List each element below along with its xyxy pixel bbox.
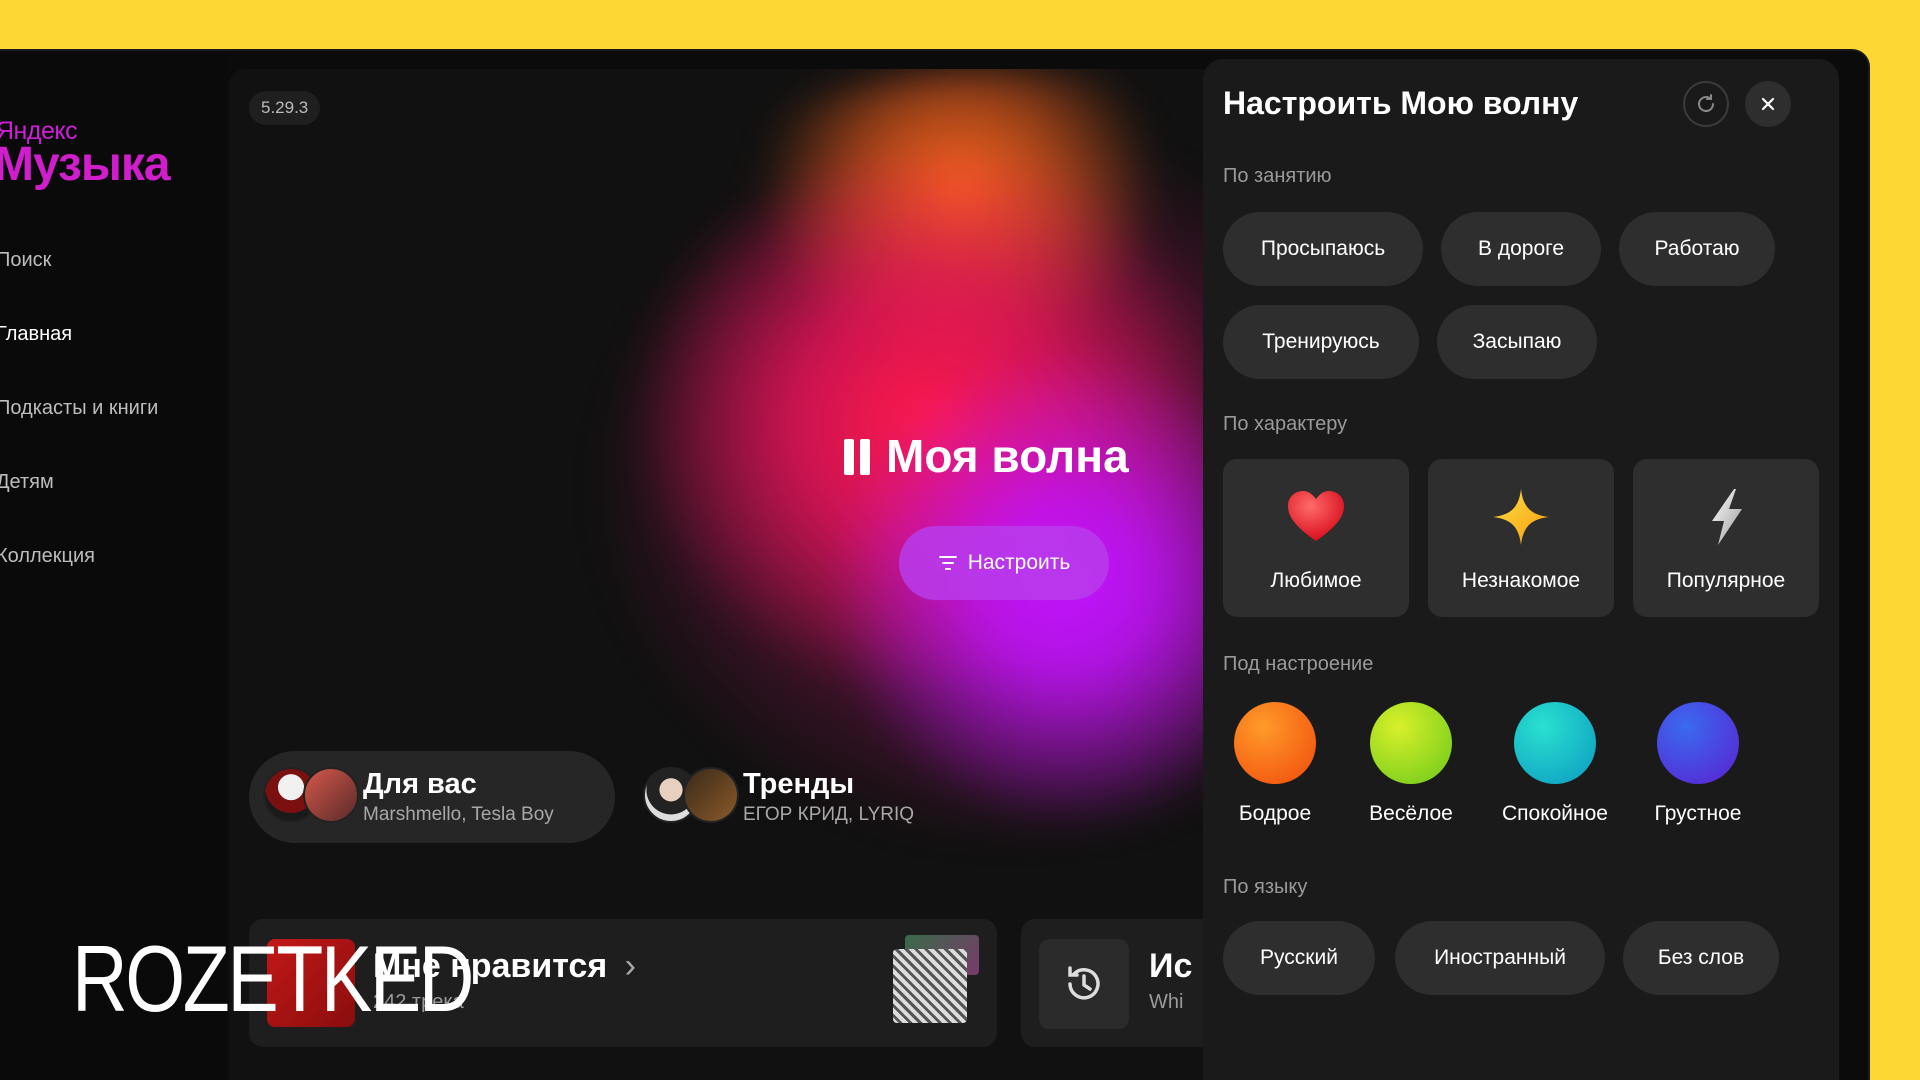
character-favorite-label: Любимое bbox=[1270, 569, 1362, 592]
chevron-right-icon: › bbox=[624, 947, 636, 985]
language-foreign[interactable]: Иностранный bbox=[1395, 921, 1605, 995]
album-cover bbox=[893, 949, 967, 1023]
avatar bbox=[683, 767, 739, 823]
mood-cheerful[interactable]: Весёлое bbox=[1346, 702, 1476, 832]
activity-working[interactable]: Работаю bbox=[1619, 212, 1775, 286]
sidebar-item-podcasts[interactable]: Подкасты и книги bbox=[0, 397, 158, 420]
mood-calm[interactable]: Спокойное bbox=[1490, 702, 1620, 832]
history-title: Ис bbox=[1149, 947, 1193, 985]
refresh-icon bbox=[1698, 94, 1714, 112]
language-russian[interactable]: Русский bbox=[1223, 921, 1375, 995]
mood-cheerful-circle bbox=[1370, 702, 1452, 784]
sparkle-icon bbox=[1493, 489, 1549, 545]
close-icon bbox=[1761, 97, 1775, 111]
wave-settings-panel: Настроить Мою волну По занятию Просыпаюс… bbox=[1203, 59, 1839, 1080]
activity-training[interactable]: Тренируюсь bbox=[1223, 305, 1419, 379]
character-popular-label: Популярное bbox=[1666, 569, 1786, 592]
trends-avatars bbox=[643, 767, 743, 827]
close-button[interactable] bbox=[1745, 81, 1791, 127]
sidebar-item-search[interactable]: Поиск bbox=[0, 249, 51, 272]
history-icon bbox=[1039, 939, 1129, 1029]
activity-wake-up[interactable]: Просыпаюсь bbox=[1223, 212, 1423, 286]
mood-energetic[interactable]: Бодрое bbox=[1210, 702, 1340, 832]
trends-title: Тренды bbox=[743, 768, 855, 800]
trends-card[interactable]: Тренды ЕГОР КРИД, LYRIQ bbox=[629, 751, 989, 843]
watermark-logo: ROZETKED bbox=[72, 926, 474, 1031]
pause-icon[interactable] bbox=[844, 439, 872, 475]
character-favorite[interactable]: Любимое bbox=[1223, 459, 1409, 617]
tune-wave-button[interactable]: Настроить bbox=[899, 526, 1109, 600]
trends-subtitle: ЕГОР КРИД, LYRIQ bbox=[743, 804, 915, 825]
character-popular[interactable]: Популярное bbox=[1633, 459, 1819, 617]
mood-calm-circle bbox=[1514, 702, 1596, 784]
mood-cheerful-label: Весёлое bbox=[1369, 802, 1453, 825]
history-subtitle: Whi bbox=[1149, 991, 1184, 1013]
sidebar-item-home[interactable]: Главная bbox=[0, 323, 72, 346]
activity-on-the-road[interactable]: В дороге bbox=[1441, 212, 1601, 286]
logo-music[interactable]: Музыка bbox=[0, 137, 171, 192]
mood-calm-label: Спокойное bbox=[1501, 802, 1608, 825]
mood-energetic-label: Бодрое bbox=[1238, 802, 1312, 825]
sidebar-item-kids[interactable]: Детям bbox=[0, 471, 54, 494]
lightning-icon bbox=[1712, 489, 1742, 545]
language-instrumental[interactable]: Без слов bbox=[1623, 921, 1779, 995]
section-language-label: По языку bbox=[1223, 876, 1308, 898]
for-you-title: Для вас bbox=[363, 768, 477, 800]
my-wave-label: Моя волна bbox=[886, 430, 1129, 482]
filter-icon bbox=[938, 555, 958, 571]
section-activity-label: По занятию bbox=[1223, 165, 1332, 187]
activity-falling-asleep[interactable]: Засыпаю bbox=[1437, 305, 1597, 379]
sidebar-item-collection[interactable]: Коллекция bbox=[0, 545, 95, 568]
character-unfamiliar[interactable]: Незнакомое bbox=[1428, 459, 1614, 617]
for-you-card[interactable]: Для вас Marshmello, Tesla Boy bbox=[249, 751, 615, 843]
section-character-label: По характеру bbox=[1223, 413, 1348, 435]
reset-button[interactable] bbox=[1683, 81, 1729, 127]
mood-sad-circle bbox=[1657, 702, 1739, 784]
mood-sad-label: Грустное bbox=[1654, 802, 1742, 825]
my-wave-title[interactable]: Моя волна bbox=[844, 429, 1129, 483]
avatar bbox=[303, 767, 359, 823]
tune-wave-label: Настроить bbox=[967, 551, 1071, 574]
for-you-avatars bbox=[263, 767, 363, 827]
mood-sad[interactable]: Грустное bbox=[1633, 702, 1763, 832]
mood-energetic-circle bbox=[1234, 702, 1316, 784]
character-unfamiliar-label: Незнакомое bbox=[1461, 569, 1581, 592]
panel-title: Настроить Мою волну bbox=[1223, 85, 1579, 121]
section-mood-label: Под настроение bbox=[1223, 653, 1374, 675]
for-you-subtitle: Marshmello, Tesla Boy bbox=[363, 804, 554, 825]
heart-icon bbox=[1288, 491, 1344, 541]
version-badge: 5.29.3 bbox=[249, 91, 321, 125]
